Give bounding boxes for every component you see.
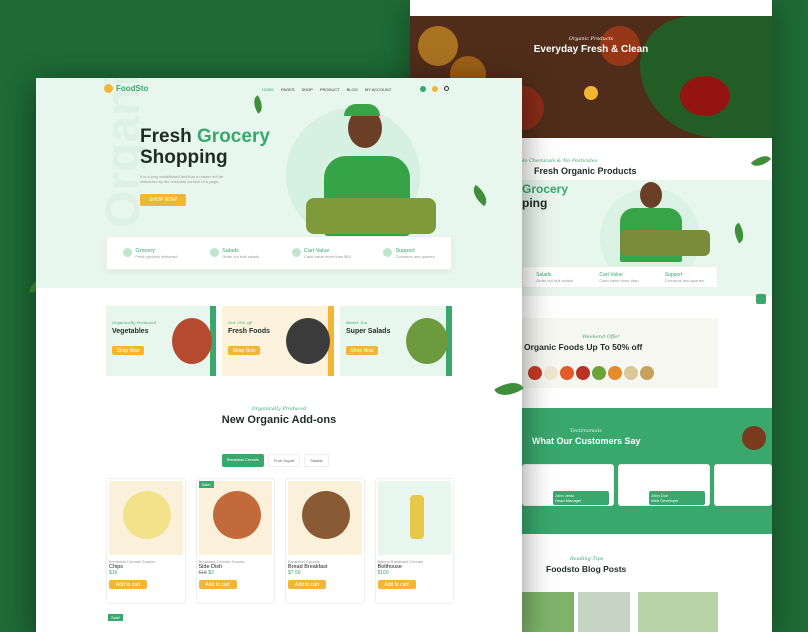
feature-cart-value: Cart Value Cash value more than $50 — [291, 247, 351, 259]
testimonial-card: John Doe Web Developer — [618, 464, 710, 506]
nav-product[interactable]: PRODUCT — [320, 87, 340, 92]
add-to-cart-button[interactable]: Add to cart — [288, 580, 326, 589]
tab-fruit-yogurt[interactable]: Fruit Yogurt — [267, 454, 301, 467]
shop-now-button[interactable]: Shop Now — [228, 346, 260, 355]
shop-now-button[interactable]: Shop Now — [112, 346, 144, 355]
add-to-cart-button[interactable]: Add to cart — [377, 580, 416, 589]
feature-support: Support Concerns and queries — [383, 247, 435, 259]
hero-title: Everyday Fresh & Clean — [533, 44, 649, 55]
addons-title: New Organic Add-ons — [221, 414, 337, 426]
sale-badge: Sale! — [108, 614, 124, 621]
wishlist-icon[interactable] — [432, 86, 438, 92]
tab-salads[interactable]: Salads — [304, 454, 329, 467]
support-icon — [383, 247, 393, 257]
add-to-cart-button[interactable]: Add to cart — [198, 580, 237, 589]
hero-script: Organic Products — [568, 36, 614, 42]
main-nav: HOME PAGES SHOP PRODUCT BLOG MY ACCOUNT — [262, 87, 391, 92]
product-tabs: Breakfast Cereals Fruit Yogurt Salads — [222, 454, 329, 467]
sale-badge: Sale! — [198, 481, 214, 488]
product-card[interactable]: Bakery Breakfast Cereals Bolthouse $100 … — [374, 478, 454, 604]
hero-description: It is a long established fact that a rea… — [140, 174, 224, 184]
product-grid: Breakfast Cereals Snacks Chips $16 Add t… — [106, 478, 454, 604]
feature-strip: Salads Order cut fruit salads Cart Value C… — [522, 266, 718, 288]
feature-grocery: Grocery Fresh grocery delivered — [123, 247, 177, 259]
blog-script: Reading Tips — [570, 556, 604, 562]
blog-title: Foodsto Blog Posts — [546, 564, 627, 574]
nav-pages[interactable]: PAGES — [281, 87, 295, 92]
shop-now-button[interactable]: SHOP NOW — [140, 194, 186, 206]
scroll-up-button[interactable] — [756, 294, 766, 304]
category-vegetables[interactable]: Organically Produced Vegetables Shop Now — [106, 306, 216, 376]
grocery-icon — [123, 247, 133, 257]
nav-home[interactable]: HOME — [262, 87, 274, 92]
product-card[interactable]: Sale! Breakfast Cereals Snacks Side Dish… — [195, 478, 275, 604]
hero-title: Fresh Grocery Shopping — [140, 126, 270, 168]
cap — [344, 104, 380, 116]
nav-my-account[interactable]: MY ACCOUNT — [365, 87, 392, 92]
category-fresh-foods[interactable]: Get 25% off Fresh Foods Shop Now — [222, 306, 334, 376]
logo[interactable]: FoodSto — [104, 84, 148, 93]
blog-image[interactable] — [522, 592, 574, 632]
promo-banner[interactable]: Weekend Offer Organic Foods Up To 50% of… — [522, 318, 718, 388]
vegetable-basket — [306, 198, 436, 234]
nav-blog[interactable]: BLOG — [347, 87, 358, 92]
blog-image[interactable] — [638, 592, 718, 632]
add-to-cart-button[interactable]: Add to cart — [109, 580, 147, 589]
fresh-script: No Chemicals & No Pesticides — [520, 158, 598, 164]
tab-breakfast-cereals[interactable]: Breakfast Cereals — [222, 454, 264, 467]
play-button[interactable] — [584, 86, 598, 100]
fresh-title: Fresh Organic Products — [534, 166, 637, 176]
product-card[interactable]: Breakfast Cereals Bread Breakfast $7.50 … — [285, 478, 365, 604]
testimonial-card: John Jessi Head Manager — [522, 464, 614, 506]
nav-shop[interactable]: SHOP — [302, 87, 313, 92]
category-super-salads[interactable]: Better You Super Salads Shop Now — [340, 306, 452, 376]
cart-icon[interactable] — [420, 86, 426, 92]
search-icon[interactable] — [444, 86, 449, 91]
blog-image[interactable] — [578, 592, 630, 632]
product-card[interactable]: Breakfast Cereals Snacks Chips $16 Add t… — [106, 478, 186, 604]
shop-now-button[interactable]: Shop Now — [346, 346, 378, 355]
addons-script: Organically Produced — [251, 406, 307, 412]
feature-salads: Salads Order cut fruit salads — [210, 247, 259, 259]
front-page-preview: Organic FoodSto HOME PAGES SHOP PRODUCT … — [36, 78, 522, 632]
feature-strip: Grocery Fresh grocery delivered Salads Ord… — [106, 236, 452, 270]
cart-value-icon — [291, 247, 301, 257]
salad-icon — [210, 247, 220, 257]
basket-icon — [104, 84, 113, 93]
